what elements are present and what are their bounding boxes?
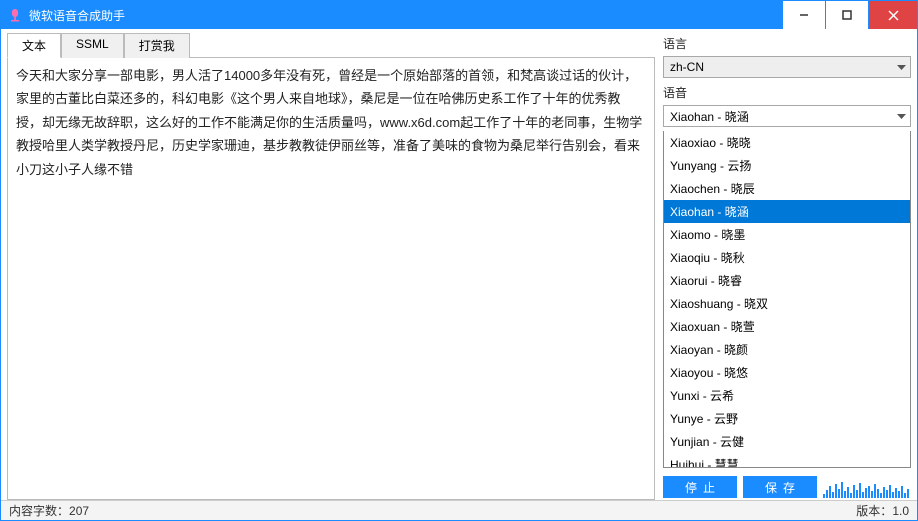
voice-label: 语音 [663,84,911,101]
voice-option[interactable]: Xiaoxiao - 晓晓 [664,131,910,154]
status-bar: 内容字数： 207 版本： 1.0 [1,500,917,520]
titlebar[interactable]: 微软语音合成助手 [1,1,917,29]
waveform-icon [823,476,911,498]
voice-option[interactable]: Xiaoqiu - 晓秋 [664,246,910,269]
voice-select[interactable]: Xiaohan - 晓涵 [663,105,911,127]
voice-option[interactable]: Yunye - 云野 [664,407,910,430]
voice-option[interactable]: Xiaoshuang - 晓双 [664,292,910,315]
tab-bar: 文本SSML打赏我 [7,33,655,58]
window-controls [782,1,917,29]
left-pane: 文本SSML打赏我 今天和大家分享一部电影，男人活了14000多年没有死，曾经是… [7,33,655,500]
tab-0[interactable]: 文本 [7,33,61,58]
save-button[interactable]: 保存 [743,476,817,498]
voice-option[interactable]: Xiaoyan - 晓颜 [664,338,910,361]
tab-1[interactable]: SSML [61,33,124,58]
voice-value: Xiaohan - 晓涵 [670,108,749,125]
chevron-down-icon [897,109,906,123]
char-count: 207 [69,504,89,518]
version-label: 版本： [856,502,892,519]
window-title: 微软语音合成助手 [29,7,782,24]
minimize-button[interactable] [783,1,825,29]
voice-option[interactable]: Yunyang - 云扬 [664,154,910,177]
voice-option[interactable]: Xiaoyou - 晓悠 [664,361,910,384]
voice-option[interactable]: Xiaochen - 晓辰 [664,177,910,200]
voice-option[interactable]: Yunxi - 云希 [664,384,910,407]
main-body: 文本SSML打赏我 今天和大家分享一部电影，男人活了14000多年没有死，曾经是… [1,29,917,500]
voice-option[interactable]: Xiaoxuan - 晓萱 [664,315,910,338]
maximize-button[interactable] [826,1,868,29]
char-count-label: 内容字数： [9,502,69,519]
voice-option[interactable]: Xiaorui - 晓睿 [664,269,910,292]
button-row: 停止 保存 [663,474,911,500]
voice-option[interactable]: Huihui - 慧慧 [664,453,910,468]
language-label: 语言 [663,35,911,52]
text-input[interactable]: 今天和大家分享一部电影，男人活了14000多年没有死，曾经是一个原始部落的首领，… [7,58,655,500]
voice-dropdown-list[interactable]: Xiaoxiao - 晓晓Yunyang - 云扬Xiaochen - 晓辰Xi… [663,131,911,468]
app-window: 微软语音合成助手 文本SSML打赏我 今天和大家分享一部电影，男人活了14000… [0,0,918,521]
language-value: zh-CN [670,60,704,74]
tab-2[interactable]: 打赏我 [124,33,190,58]
language-select[interactable]: zh-CN [663,56,911,78]
close-button[interactable] [869,1,917,29]
voice-option[interactable]: Xiaohan - 晓涵 [664,200,910,223]
voice-option[interactable]: Xiaomo - 晓墨 [664,223,910,246]
chevron-down-icon [897,60,906,74]
right-pane: 语言 zh-CN 语音 Xiaohan - 晓涵 Xiaoxiao - 晓晓Yu… [663,33,911,500]
voice-option[interactable]: Yunjian - 云健 [664,430,910,453]
stop-button[interactable]: 停止 [663,476,737,498]
app-icon [7,7,23,23]
version: 1.0 [892,504,909,518]
